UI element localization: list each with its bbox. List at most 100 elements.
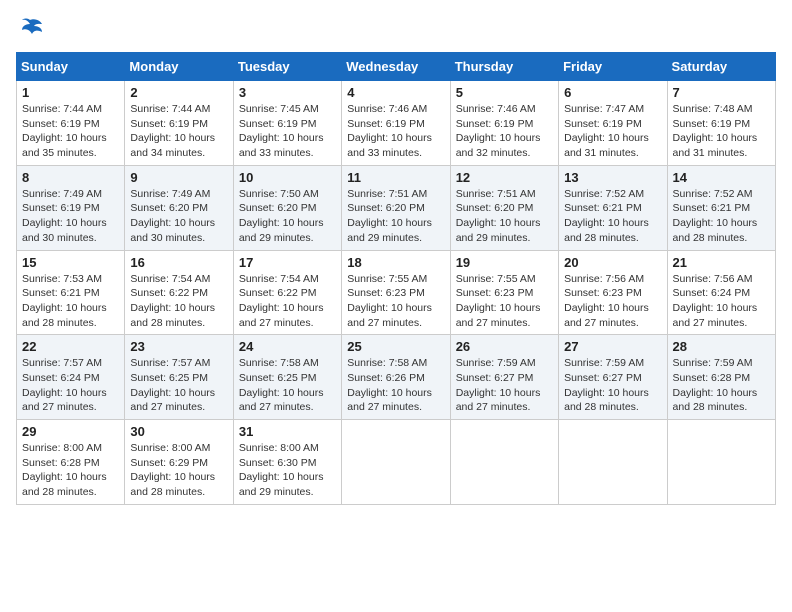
day-info: Sunrise: 7:51 AM Sunset: 6:20 PM Dayligh… — [456, 187, 553, 246]
day-number: 14 — [673, 170, 770, 185]
calendar-header-row: Sunday Monday Tuesday Wednesday Thursday… — [17, 53, 776, 81]
day-number: 27 — [564, 339, 661, 354]
day-info: Sunrise: 7:52 AM Sunset: 6:21 PM Dayligh… — [673, 187, 770, 246]
day-info: Sunrise: 8:00 AM Sunset: 6:30 PM Dayligh… — [239, 441, 336, 500]
calendar-cell: 19 Sunrise: 7:55 AM Sunset: 6:23 PM Dayl… — [450, 250, 558, 335]
calendar-cell: 11 Sunrise: 7:51 AM Sunset: 6:20 PM Dayl… — [342, 165, 450, 250]
day-info: Sunrise: 7:58 AM Sunset: 6:25 PM Dayligh… — [239, 356, 336, 415]
logo-bird-icon — [16, 16, 44, 40]
day-number: 6 — [564, 85, 661, 100]
day-number: 22 — [22, 339, 119, 354]
logo — [16, 16, 48, 40]
day-number: 30 — [130, 424, 227, 439]
calendar-cell: 24 Sunrise: 7:58 AM Sunset: 6:25 PM Dayl… — [233, 335, 341, 420]
calendar-cell: 31 Sunrise: 8:00 AM Sunset: 6:30 PM Dayl… — [233, 420, 341, 505]
day-number: 16 — [130, 255, 227, 270]
calendar-cell: 20 Sunrise: 7:56 AM Sunset: 6:23 PM Dayl… — [559, 250, 667, 335]
day-info: Sunrise: 7:44 AM Sunset: 6:19 PM Dayligh… — [130, 102, 227, 161]
day-info: Sunrise: 7:48 AM Sunset: 6:19 PM Dayligh… — [673, 102, 770, 161]
calendar-week-row: 1 Sunrise: 7:44 AM Sunset: 6:19 PM Dayli… — [17, 81, 776, 166]
day-info: Sunrise: 8:00 AM Sunset: 6:29 PM Dayligh… — [130, 441, 227, 500]
calendar-cell: 4 Sunrise: 7:46 AM Sunset: 6:19 PM Dayli… — [342, 81, 450, 166]
calendar-cell: 2 Sunrise: 7:44 AM Sunset: 6:19 PM Dayli… — [125, 81, 233, 166]
calendar-cell: 16 Sunrise: 7:54 AM Sunset: 6:22 PM Dayl… — [125, 250, 233, 335]
day-number: 24 — [239, 339, 336, 354]
day-number: 28 — [673, 339, 770, 354]
day-number: 8 — [22, 170, 119, 185]
calendar-cell: 27 Sunrise: 7:59 AM Sunset: 6:27 PM Dayl… — [559, 335, 667, 420]
col-tuesday: Tuesday — [233, 53, 341, 81]
calendar-week-row: 22 Sunrise: 7:57 AM Sunset: 6:24 PM Dayl… — [17, 335, 776, 420]
day-info: Sunrise: 7:45 AM Sunset: 6:19 PM Dayligh… — [239, 102, 336, 161]
calendar-week-row: 29 Sunrise: 8:00 AM Sunset: 6:28 PM Dayl… — [17, 420, 776, 505]
calendar-cell: 17 Sunrise: 7:54 AM Sunset: 6:22 PM Dayl… — [233, 250, 341, 335]
calendar-cell: 1 Sunrise: 7:44 AM Sunset: 6:19 PM Dayli… — [17, 81, 125, 166]
day-info: Sunrise: 7:53 AM Sunset: 6:21 PM Dayligh… — [22, 272, 119, 331]
day-number: 31 — [239, 424, 336, 439]
day-number: 20 — [564, 255, 661, 270]
day-number: 1 — [22, 85, 119, 100]
day-number: 15 — [22, 255, 119, 270]
calendar-cell — [559, 420, 667, 505]
day-number: 11 — [347, 170, 444, 185]
day-number: 5 — [456, 85, 553, 100]
calendar-cell: 13 Sunrise: 7:52 AM Sunset: 6:21 PM Dayl… — [559, 165, 667, 250]
calendar-cell: 29 Sunrise: 8:00 AM Sunset: 6:28 PM Dayl… — [17, 420, 125, 505]
calendar-cell — [342, 420, 450, 505]
calendar-cell: 23 Sunrise: 7:57 AM Sunset: 6:25 PM Dayl… — [125, 335, 233, 420]
day-info: Sunrise: 7:54 AM Sunset: 6:22 PM Dayligh… — [130, 272, 227, 331]
day-info: Sunrise: 7:56 AM Sunset: 6:23 PM Dayligh… — [564, 272, 661, 331]
day-number: 4 — [347, 85, 444, 100]
col-thursday: Thursday — [450, 53, 558, 81]
day-number: 29 — [22, 424, 119, 439]
calendar-week-row: 15 Sunrise: 7:53 AM Sunset: 6:21 PM Dayl… — [17, 250, 776, 335]
day-info: Sunrise: 7:55 AM Sunset: 6:23 PM Dayligh… — [347, 272, 444, 331]
day-number: 17 — [239, 255, 336, 270]
day-info: Sunrise: 7:50 AM Sunset: 6:20 PM Dayligh… — [239, 187, 336, 246]
day-info: Sunrise: 7:59 AM Sunset: 6:28 PM Dayligh… — [673, 356, 770, 415]
day-info: Sunrise: 7:46 AM Sunset: 6:19 PM Dayligh… — [347, 102, 444, 161]
day-info: Sunrise: 8:00 AM Sunset: 6:28 PM Dayligh… — [22, 441, 119, 500]
calendar-cell: 21 Sunrise: 7:56 AM Sunset: 6:24 PM Dayl… — [667, 250, 775, 335]
page-header — [16, 16, 776, 40]
calendar-cell: 22 Sunrise: 7:57 AM Sunset: 6:24 PM Dayl… — [17, 335, 125, 420]
calendar-cell: 12 Sunrise: 7:51 AM Sunset: 6:20 PM Dayl… — [450, 165, 558, 250]
calendar-cell: 18 Sunrise: 7:55 AM Sunset: 6:23 PM Dayl… — [342, 250, 450, 335]
calendar-cell: 8 Sunrise: 7:49 AM Sunset: 6:19 PM Dayli… — [17, 165, 125, 250]
day-info: Sunrise: 7:59 AM Sunset: 6:27 PM Dayligh… — [456, 356, 553, 415]
day-number: 7 — [673, 85, 770, 100]
calendar-cell: 5 Sunrise: 7:46 AM Sunset: 6:19 PM Dayli… — [450, 81, 558, 166]
day-number: 25 — [347, 339, 444, 354]
calendar-cell: 6 Sunrise: 7:47 AM Sunset: 6:19 PM Dayli… — [559, 81, 667, 166]
col-saturday: Saturday — [667, 53, 775, 81]
day-number: 9 — [130, 170, 227, 185]
day-info: Sunrise: 7:54 AM Sunset: 6:22 PM Dayligh… — [239, 272, 336, 331]
calendar-cell: 10 Sunrise: 7:50 AM Sunset: 6:20 PM Dayl… — [233, 165, 341, 250]
day-info: Sunrise: 7:47 AM Sunset: 6:19 PM Dayligh… — [564, 102, 661, 161]
col-monday: Monday — [125, 53, 233, 81]
day-number: 19 — [456, 255, 553, 270]
calendar-cell: 3 Sunrise: 7:45 AM Sunset: 6:19 PM Dayli… — [233, 81, 341, 166]
day-info: Sunrise: 7:49 AM Sunset: 6:20 PM Dayligh… — [130, 187, 227, 246]
calendar-cell: 15 Sunrise: 7:53 AM Sunset: 6:21 PM Dayl… — [17, 250, 125, 335]
calendar-cell: 25 Sunrise: 7:58 AM Sunset: 6:26 PM Dayl… — [342, 335, 450, 420]
calendar-cell: 28 Sunrise: 7:59 AM Sunset: 6:28 PM Dayl… — [667, 335, 775, 420]
day-number: 10 — [239, 170, 336, 185]
day-info: Sunrise: 7:58 AM Sunset: 6:26 PM Dayligh… — [347, 356, 444, 415]
calendar-cell: 14 Sunrise: 7:52 AM Sunset: 6:21 PM Dayl… — [667, 165, 775, 250]
calendar-cell — [667, 420, 775, 505]
day-number: 23 — [130, 339, 227, 354]
calendar-cell: 26 Sunrise: 7:59 AM Sunset: 6:27 PM Dayl… — [450, 335, 558, 420]
day-number: 2 — [130, 85, 227, 100]
day-info: Sunrise: 7:56 AM Sunset: 6:24 PM Dayligh… — [673, 272, 770, 331]
day-info: Sunrise: 7:44 AM Sunset: 6:19 PM Dayligh… — [22, 102, 119, 161]
day-info: Sunrise: 7:57 AM Sunset: 6:24 PM Dayligh… — [22, 356, 119, 415]
calendar-week-row: 8 Sunrise: 7:49 AM Sunset: 6:19 PM Dayli… — [17, 165, 776, 250]
calendar-cell — [450, 420, 558, 505]
day-info: Sunrise: 7:49 AM Sunset: 6:19 PM Dayligh… — [22, 187, 119, 246]
calendar-cell: 7 Sunrise: 7:48 AM Sunset: 6:19 PM Dayli… — [667, 81, 775, 166]
day-number: 18 — [347, 255, 444, 270]
calendar-cell: 9 Sunrise: 7:49 AM Sunset: 6:20 PM Dayli… — [125, 165, 233, 250]
day-number: 21 — [673, 255, 770, 270]
col-wednesday: Wednesday — [342, 53, 450, 81]
